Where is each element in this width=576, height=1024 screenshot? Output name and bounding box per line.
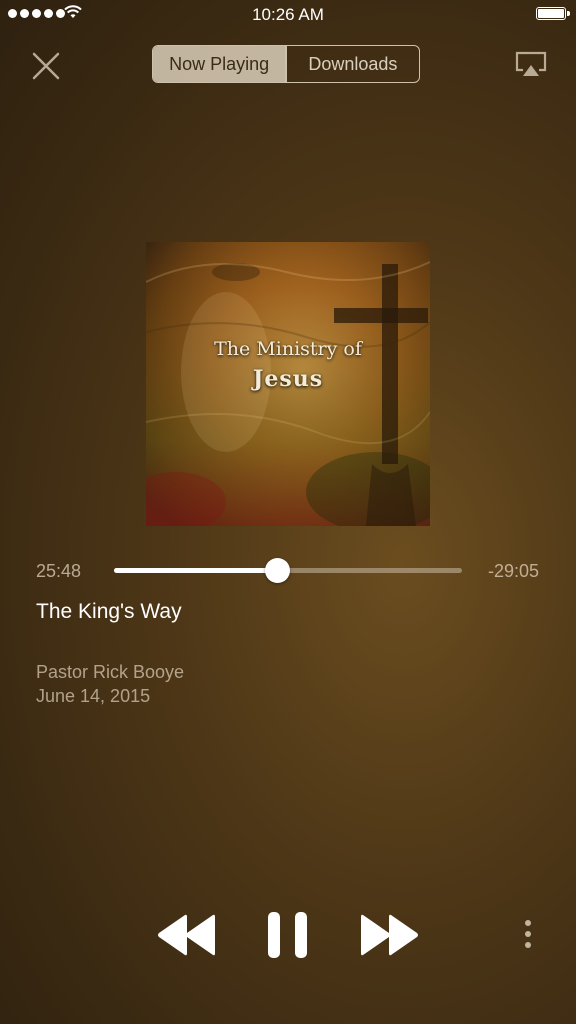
track-date: June 14, 2015: [36, 686, 151, 706]
artwork-title-line2: Jesus: [252, 366, 324, 392]
close-icon[interactable]: [30, 50, 62, 82]
tab-downloads[interactable]: Downloads: [287, 46, 419, 82]
track-artist: Pastor Rick Booye: [36, 662, 185, 682]
progress-slider[interactable]: [114, 558, 462, 583]
airplay-icon[interactable]: [513, 50, 549, 80]
track-title: The King's Way: [36, 600, 182, 623]
battery-tip: [567, 11, 570, 16]
album-artwork: The Ministry of Jesus: [146, 242, 430, 526]
remaining-time: -29:05: [487, 561, 539, 581]
elapsed-time: 25:48: [36, 561, 82, 581]
segmented-control: Now Playing Downloads: [152, 45, 420, 83]
progress-fill: [114, 568, 278, 573]
artwork-title-line1: The Ministry of: [214, 338, 362, 360]
status-bar: 10:26 AM: [0, 0, 576, 30]
pause-icon[interactable]: [266, 910, 310, 960]
fast-forward-icon[interactable]: [360, 910, 420, 960]
rewind-icon[interactable]: [156, 910, 216, 960]
progress-knob[interactable]: [265, 558, 291, 583]
more-vertical-icon[interactable]: [516, 918, 540, 952]
battery-icon: [536, 7, 566, 20]
tab-now-playing[interactable]: Now Playing: [153, 46, 286, 82]
status-time: 10:26 AM: [252, 5, 324, 24]
